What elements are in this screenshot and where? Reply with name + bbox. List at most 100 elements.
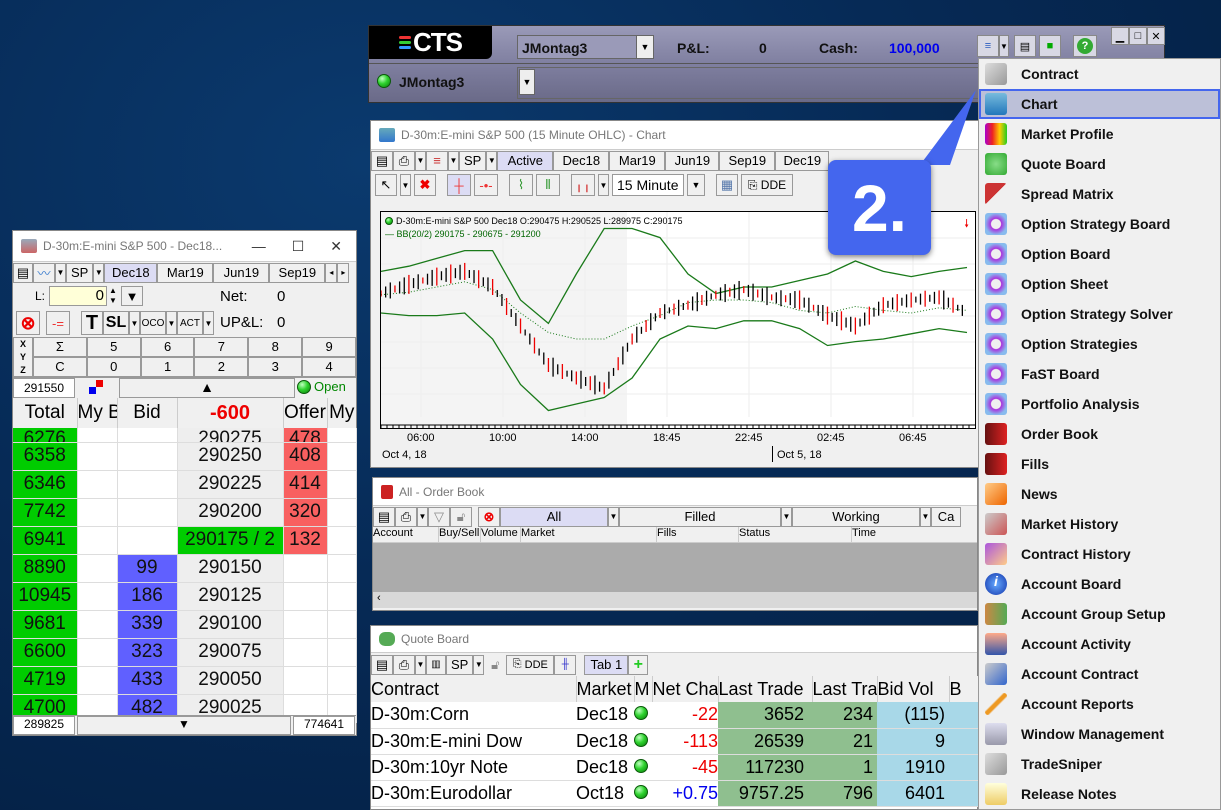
menu-item-spread-matrix[interactable]: Spread Matrix [979,179,1220,209]
menu-item-account-group-setup[interactable]: Account Group Setup [979,599,1220,629]
scroll-right-button[interactable]: ▸ [337,262,350,283]
bid-cell[interactable]: 99 [117,554,178,583]
print-button[interactable]: ⎙ [395,506,417,527]
bid-cell[interactable]: 186 [117,582,178,611]
menu-item-fast-board[interactable]: FaST Board [979,359,1220,389]
minimize-button[interactable]: ▁ [1111,27,1129,45]
tab-jun19[interactable]: Jun19 [213,262,270,283]
my-offer-cell[interactable] [327,498,357,527]
col-fills[interactable]: Fills [657,527,739,542]
tab-dec18[interactable]: Dec18 [553,150,610,171]
menu-item-option-board[interactable]: Option Board [979,239,1220,269]
my-offer-cell[interactable] [327,554,357,583]
grid-button[interactable]: ▦ [716,174,738,196]
tab-sep19[interactable]: Sep19 [719,150,776,171]
my-bid-cell[interactable] [77,526,118,555]
filter-working-dropdown[interactable]: ▼ [920,506,931,527]
bid-cell[interactable]: 323 [117,638,178,667]
menu-item-fills[interactable]: Fills [979,449,1220,479]
bid-cell[interactable]: 339 [117,610,178,639]
col-price-net[interactable]: -600 [177,398,284,428]
dde-button[interactable]: ⎘ DDE [506,654,555,675]
pointer-tool-button[interactable]: ↖ [375,174,397,196]
tab-active[interactable]: Active [497,150,554,171]
preset-quantity-button[interactable]: 2 [194,357,249,377]
menu-item-option-strategy-board[interactable]: Option Strategy Board [979,209,1220,239]
horizontal-scrollbar[interactable]: ‹ [373,592,977,608]
bar-study-button[interactable]: ⫴ [536,174,560,196]
tab-dec18[interactable]: Dec18 [104,262,158,283]
my-bid-cell[interactable] [77,428,118,443]
menu-item-account-activity[interactable]: Account Activity [979,629,1220,659]
maximize-button[interactable]: □ [1129,27,1147,45]
my-offer-cell[interactable] [327,526,357,555]
properties-button[interactable]: ▤ [373,506,395,527]
menu-item-release-notes[interactable]: Release Notes [979,779,1220,809]
scroll-down-button[interactable]: ▼ [77,716,291,735]
symbol-button[interactable]: SP [459,150,487,171]
print-dropdown[interactable]: ▼ [417,506,428,527]
tab-sep19[interactable]: Sep19 [269,262,326,283]
cancel-all-button[interactable]: ⊗ [478,506,500,527]
preset-quantity-button[interactable]: Σ [33,337,87,357]
stop-limit-dropdown[interactable]: ▼ [129,311,140,335]
pointer-dropdown[interactable]: ▼ [400,174,411,196]
my-offer-cell[interactable] [327,470,357,499]
tab-jun19[interactable]: Jun19 [665,150,720,171]
symbol-button[interactable]: SP [66,262,94,283]
menu-item-window-management[interactable]: Window Management [979,719,1220,749]
preset-quantity-button[interactable]: C [33,357,87,377]
lock-button[interactable]: 🔓︎ [450,506,472,527]
act-button[interactable]: ACT [177,311,203,335]
chart-button[interactable]: 〰 [33,262,55,283]
offer-cell[interactable]: 132 [283,526,328,555]
print-button[interactable]: ⎙ [393,654,415,675]
menu-item-option-strategy-solver[interactable]: Option Strategy Solver [979,299,1220,329]
account-dropdown-button[interactable]: ▼ [636,35,654,59]
preset-quantity-button[interactable]: 3 [248,357,303,377]
bid-cell[interactable] [117,442,178,471]
col-market[interactable]: Market [521,527,657,542]
flatten-button[interactable]: -= [46,311,70,335]
save-button[interactable]: ■ [1039,35,1061,57]
col-total[interactable]: Total [13,398,78,428]
quote-row[interactable]: D-30m:Corn Dec18 -22 3652 234 (115) [371,702,981,729]
col-offer[interactable]: Offer [283,398,328,428]
preset-quantity-button[interactable]: 5 [86,337,141,357]
my-bid-cell[interactable] [77,470,118,499]
quantity-dropdown[interactable]: ▼ [121,286,143,306]
filter-button[interactable]: ▽ [428,506,450,527]
preset-quantity-button[interactable]: 4 [302,357,356,377]
close-button[interactable]: ✕ [330,238,342,255]
my-bid-cell[interactable] [77,442,118,471]
crosshair-point-button[interactable]: -•- [474,174,498,196]
new-window-menu-button[interactable]: ≡ [977,35,999,57]
add-study-button[interactable]: ⌇ [509,174,533,196]
my-bid-cell[interactable] [77,582,118,611]
offer-cell[interactable]: 408 [283,442,328,471]
oco-button[interactable]: OCO [140,311,166,335]
print-button[interactable]: ⎙ [393,150,415,171]
my-offer-cell[interactable] [327,610,357,639]
col-net-change[interactable]: Net Cha [652,676,719,702]
filter-all-dropdown[interactable]: ▼ [608,506,619,527]
close-button[interactable]: ✕ [1147,27,1165,45]
cancel-all-button[interactable]: ⊗ [16,311,40,335]
menu-item-order-book[interactable]: Order Book [979,419,1220,449]
filter-working[interactable]: Working [792,506,920,527]
offer-cell[interactable]: 414 [283,470,328,499]
menu-item-chart[interactable]: Chart [979,89,1220,119]
print-dropdown[interactable]: ▼ [415,150,426,171]
new-window-dropdown[interactable]: ▼ [999,35,1009,57]
minimize-button[interactable]: — [252,238,266,255]
offer-cell[interactable] [283,582,328,611]
quantity-stepper[interactable]: ▲ ▼ [107,286,119,306]
tab-mar19[interactable]: Mar19 [157,262,214,283]
my-offer-cell[interactable] [327,428,357,443]
offer-cell[interactable]: 478 [283,428,328,443]
y-button[interactable]: Y [14,351,32,364]
offer-cell[interactable] [283,638,328,667]
menu-item-contract-history[interactable]: Contract History [979,539,1220,569]
my-offer-cell[interactable] [327,638,357,667]
menu-item-account-reports[interactable]: Account Reports [979,689,1220,719]
